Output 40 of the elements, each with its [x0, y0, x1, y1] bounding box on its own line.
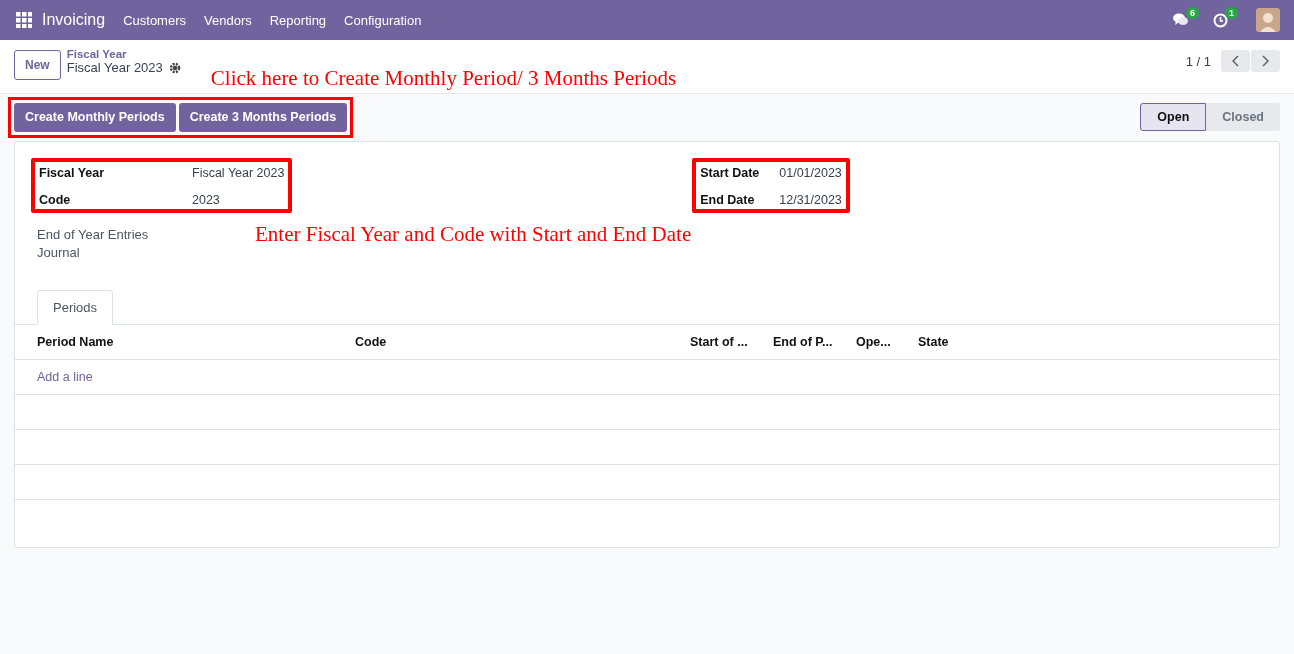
breadcrumb-current: Fiscal Year 2023 — [66, 60, 163, 75]
breadcrumb-link[interactable]: Fiscal Year — [66, 48, 181, 60]
field-label: Fiscal Year — [39, 166, 106, 180]
notification-count: 6 — [1185, 7, 1199, 19]
field-label: End Date — [700, 193, 756, 207]
field-label: Code — [39, 193, 72, 207]
new-button[interactable]: New — [14, 50, 61, 80]
menu-item[interactable]: Configuration — [344, 12, 422, 28]
column-header[interactable]: End of P... — [773, 335, 856, 349]
column-header[interactable]: State — [918, 335, 1279, 349]
field-value[interactable]: 01/01/2023 — [779, 166, 842, 180]
status-step[interactable]: Open — [1140, 103, 1207, 131]
status-step[interactable]: Closed — [1206, 103, 1280, 131]
tab[interactable]: Periods — [37, 290, 114, 325]
column-header[interactable]: Ope... — [856, 335, 918, 349]
add-line-link[interactable]: Add a line — [37, 370, 93, 384]
field-value[interactable]: 12/31/2023 — [779, 193, 842, 207]
action-button[interactable]: Create Monthly Periods — [14, 102, 176, 132]
clock-icon[interactable] — [1213, 12, 1228, 28]
chat-icon[interactable] — [1172, 13, 1189, 27]
annotation-text: Enter Fiscal Year and Code with Start and End Date — [255, 222, 692, 247]
menu-item[interactable]: Reporting — [269, 12, 327, 28]
apps-menu-icon[interactable] — [16, 12, 32, 28]
field-value[interactable]: 2023 — [192, 193, 220, 207]
app-name[interactable]: Invoicing — [42, 11, 106, 29]
column-header[interactable]: Code — [355, 335, 690, 349]
annotation-text: Click here to Create Monthly Period/ 3 Months Periods — [210, 66, 677, 91]
column-header[interactable]: Start of ... — [690, 335, 773, 349]
action-button[interactable]: Create 3 Months Periods — [178, 102, 348, 132]
menu-item[interactable]: Vendors — [204, 12, 252, 28]
pager-value: 1 / 1 — [1185, 53, 1211, 69]
menu-item[interactable]: Customers — [123, 12, 186, 28]
settings-icon[interactable] — [168, 61, 181, 74]
chevron-left-icon — [1232, 55, 1239, 67]
field-label: End of Year Entries Journal — [37, 226, 150, 262]
notification-count: 1 — [1225, 6, 1238, 19]
field-label: Start Date — [700, 166, 761, 180]
column-header[interactable]: Period Name — [37, 335, 355, 349]
chevron-right-icon — [1262, 55, 1269, 67]
field-value[interactable]: Fiscal Year 2023 — [192, 166, 285, 180]
